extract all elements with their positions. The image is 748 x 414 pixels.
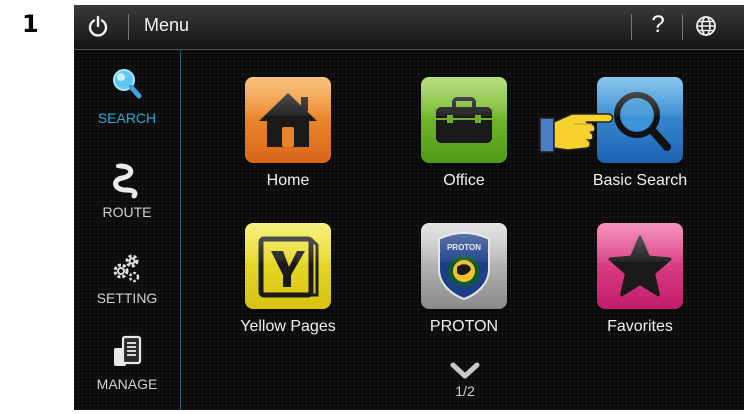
yellow-pages-icon	[258, 236, 319, 298]
top-bar: Menu ?	[74, 5, 744, 50]
office-tile-box	[421, 77, 507, 163]
sidebar-item-route[interactable]: ROUTE	[74, 160, 180, 220]
tile-office[interactable]: Office	[416, 77, 512, 189]
star-icon	[608, 235, 672, 297]
globe-icon[interactable]	[694, 14, 718, 38]
help-button[interactable]: ?	[645, 11, 671, 41]
favorites-tile-box	[597, 223, 683, 309]
proton-logo-icon: PROTON	[438, 231, 490, 301]
sidebar-item-setting[interactable]: SETTING	[74, 250, 180, 306]
route-icon	[113, 163, 138, 199]
tile-label: Home	[266, 172, 310, 189]
manage-icon	[114, 335, 142, 366]
sidebar: SEARCH ROUTE SETTING MANAGE	[74, 50, 181, 410]
tile-home[interactable]: Home	[240, 77, 336, 189]
sidebar-item-search[interactable]: SEARCH	[74, 66, 180, 126]
tile-label: Favorites	[607, 318, 673, 335]
tile-label: Basic Search	[592, 172, 688, 189]
home-tile-box	[245, 77, 331, 163]
search-icon	[113, 69, 142, 99]
pointing-hand-icon	[539, 113, 614, 153]
house-icon	[259, 93, 317, 147]
navigation-screen: Menu ? SEARCH ROUTE SETTING MANAGE Home …	[74, 5, 744, 410]
sidebar-item-label: ROUTE	[102, 204, 152, 220]
tile-favorites[interactable]: Favorites	[592, 223, 688, 335]
tile-proton[interactable]: PROTON PROTON	[416, 223, 512, 335]
tile-yellow-pages[interactable]: Yellow Pages	[240, 223, 336, 335]
yellow-pages-tile-box	[245, 223, 331, 309]
divider	[631, 14, 632, 40]
briefcase-icon	[436, 97, 492, 143]
page-next-button[interactable]: 1/2	[445, 362, 485, 399]
tile-label: PROTON	[429, 318, 499, 335]
sidebar-item-manage[interactable]: MANAGE	[74, 334, 180, 392]
tile-label: Office	[443, 172, 485, 189]
sidebar-item-label: SETTING	[96, 290, 158, 306]
gears-icon	[113, 254, 140, 283]
menu-title: Menu	[144, 15, 190, 35]
proton-tile-box: PROTON	[421, 223, 507, 309]
sidebar-item-label: MANAGE	[96, 376, 158, 392]
tile-label: Yellow Pages	[240, 318, 336, 335]
step-number: 1	[22, 10, 39, 38]
page-indicator: 1/2	[455, 383, 475, 399]
divider	[128, 14, 129, 40]
svg-text:PROTON: PROTON	[447, 243, 481, 252]
sidebar-item-label: SEARCH	[97, 110, 157, 126]
power-icon[interactable]	[86, 14, 110, 38]
divider	[682, 14, 683, 40]
chevron-down-icon	[450, 362, 480, 379]
